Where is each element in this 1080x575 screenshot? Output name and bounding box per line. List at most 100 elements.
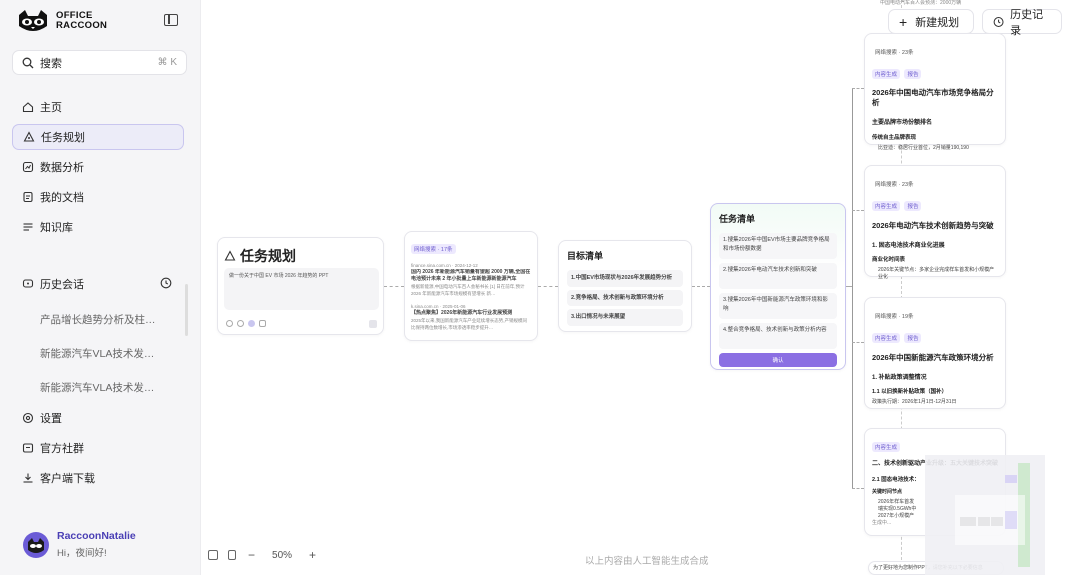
clock-icon[interactable] xyxy=(160,277,172,292)
search-icon xyxy=(22,57,34,68)
logo-line-2: RACCOON xyxy=(56,20,108,31)
new-plan-label: 新建规划 xyxy=(915,16,960,29)
nav-item-data-analysis[interactable]: 数据分析 xyxy=(12,154,184,180)
sidebar-toggle-icon[interactable] xyxy=(164,14,178,26)
chart-icon xyxy=(22,161,34,173)
plus-icon: + xyxy=(899,13,908,30)
download-icon xyxy=(22,472,34,484)
new-plan-button[interactable]: + 新建规划 xyxy=(888,9,974,34)
result-title: 2026年中国新能源汽车政策环境分析 xyxy=(872,353,994,362)
search-shortcut: ⌘ K xyxy=(157,57,177,68)
result-bullet: 比亚迪：稳居行业首位，2月销量190,190 xyxy=(878,145,969,151)
chat-history-icon xyxy=(22,278,34,290)
plan-icon xyxy=(23,131,35,143)
history-button-label: 历史记录 xyxy=(1010,8,1044,37)
result-heading: 主要品牌市场份额排名 xyxy=(872,120,933,126)
search-count: 网络搜索 · 23条 xyxy=(875,50,914,56)
history-item[interactable]: 新能源汽车VLA技术发… xyxy=(40,380,154,395)
nav-item-home[interactable]: 主页 xyxy=(12,94,184,120)
minimap-node xyxy=(1005,475,1017,483)
attach-icon[interactable] xyxy=(226,320,233,327)
connector xyxy=(538,286,558,287)
connector xyxy=(384,286,404,287)
goal-list-card[interactable]: 目标清单 1.中国EV市场现状与2026年发展趋势分析 2.竞争格局、技术创新与… xyxy=(558,240,692,332)
nav-item-community[interactable]: 官方社群 xyxy=(12,435,184,461)
tag: 报告 xyxy=(904,333,922,343)
nav-item-settings[interactable]: 设置 xyxy=(12,405,184,431)
nav-label-home: 主页 xyxy=(40,102,62,114)
prompt-box[interactable]: 做一份关于中国 EV 市场 2026 年趋势的 PPT xyxy=(224,268,379,310)
goal-item[interactable]: 1.中国EV市场现状与2026年发展趋势分析 xyxy=(567,270,683,287)
send-icon[interactable] xyxy=(369,320,377,328)
at-icon[interactable] xyxy=(237,320,244,327)
result-bullet: 2026年关键节点：多家企业完成样车首发和小规模产业化 xyxy=(878,267,995,280)
nav-item-task-planning[interactable]: 任务规划 xyxy=(12,124,184,150)
task-item[interactable]: 3.搜集2026年中国新能源汽车政策环境和影响 xyxy=(719,293,837,319)
connector xyxy=(852,342,864,343)
result-title[interactable]: 国内 2026 年新能源汽车销量有望超 2000 万辆,全国在电池预计未来 2 … xyxy=(411,269,531,283)
nav-item-my-documents[interactable]: 我的文档 xyxy=(12,184,184,210)
connector xyxy=(852,488,864,489)
nav-label-my-documents: 我的文档 xyxy=(40,192,84,204)
nav-label-download: 客户端下载 xyxy=(40,473,95,485)
prompt-text: 做一份关于中国 EV 市场 2026 年趋势的 PPT xyxy=(229,273,329,279)
search-count: 网络搜索 · 23条 xyxy=(875,182,914,188)
minimap-viewport[interactable] xyxy=(955,495,1025,545)
task-item[interactable]: 1.搜集2026年中国EV市场主要品牌竞争格局和市场份额数据 xyxy=(719,233,837,259)
raccoon-logo-icon xyxy=(19,10,47,31)
zoom-in-button[interactable]: + xyxy=(309,548,316,562)
tool-icon[interactable] xyxy=(248,320,255,327)
knowledge-icon xyxy=(22,221,34,233)
user-profile[interactable]: RaccoonNatalie Hi，夜间好! xyxy=(23,530,136,559)
tag: 报告 xyxy=(904,201,922,211)
result-card-policy[interactable]: 网络搜索 · 19条 内容生成 报告 2026年中国新能源汽车政策环境分析 1.… xyxy=(864,297,1006,409)
fit-view-icon[interactable] xyxy=(208,550,218,560)
history-title: 历史会话 xyxy=(40,279,84,291)
task-planning-card[interactable]: 任务规划 做一份关于中国 EV 市场 2026 年趋势的 PPT xyxy=(217,237,384,335)
home-icon xyxy=(22,101,34,113)
nav-item-download[interactable]: 客户端下载 xyxy=(12,465,184,491)
canvas-controls: − 50% + xyxy=(208,548,316,562)
result-bullet: 政策执行期：2026年1月1日-12月31日 xyxy=(872,399,957,405)
ai-disclaimer: 以上内容由人工智能生成合成 xyxy=(585,556,709,567)
confirm-button[interactable]: 确认 xyxy=(719,353,837,367)
connector xyxy=(692,286,710,287)
result-card-competition[interactable]: 网络搜索 · 23条 内容生成 报告 2026年中国电动汽车市场竞争格局分析 主… xyxy=(864,33,1006,151)
sidebar: OFFICE RACCOON 搜索 ⌘ K 主页 任务规划 数据分析 我的文档 xyxy=(0,0,200,575)
connector xyxy=(852,210,864,211)
search-input[interactable]: 搜索 ⌘ K xyxy=(12,50,187,75)
history-button[interactable]: 历史记录 xyxy=(982,9,1062,37)
task-item[interactable]: 2.搜集2026年电动汽车技术创新和突破 xyxy=(719,263,837,289)
avatar xyxy=(23,531,49,558)
minimap[interactable] xyxy=(925,455,1045,575)
result-title[interactable]: 【热点聚焦】2026年新能源汽车行业发展预测 xyxy=(411,310,531,317)
globe-icon[interactable] xyxy=(259,320,266,327)
app-logo[interactable]: OFFICE RACCOON xyxy=(16,9,107,33)
goal-item[interactable]: 3.出口情况与未来展望 xyxy=(567,309,683,326)
history-section-header[interactable]: 历史会话 xyxy=(12,271,184,297)
history-item[interactable]: 产品增长趋势分析及柱… xyxy=(40,312,156,327)
goal-item[interactable]: 2.竞争格局、技术创新与政策环境分析 xyxy=(567,289,683,306)
tag: 内容生成 xyxy=(872,333,901,343)
search-label: 搜索 xyxy=(40,57,62,70)
history-item[interactable]: 新能源汽车VLA技术发… xyxy=(40,346,154,361)
result-snippet: 2025年以来,我国新能源汽车产业延续增长态势,产销规模同比保持两位数增长,市场… xyxy=(411,318,528,330)
history-clock-icon xyxy=(993,16,1004,27)
result-subheading: 商业化时间表 xyxy=(872,257,906,263)
task-item[interactable]: 4.整合竞争格局、技术创新与政策分析内容 xyxy=(719,323,837,349)
zoom-out-button[interactable]: − xyxy=(248,548,255,562)
tag: 内容生成 xyxy=(872,69,901,79)
prompt-toolbar xyxy=(226,320,266,327)
task-list-card[interactable]: 任务清单 1.搜集2026年中国EV市场主要品牌竞争格局和市场份额数据 2.搜集… xyxy=(710,203,846,370)
nav-label-settings: 设置 xyxy=(40,413,62,425)
task-card-title: 任务规划 xyxy=(240,248,296,264)
result-card-technology[interactable]: 网络搜索 · 23条 内容生成 报告 2026年电动汽车技术创新趋势与突破 1.… xyxy=(864,165,1006,280)
tag: 内容生成 xyxy=(872,201,901,211)
search-count-chip: 网络搜索 · 17条 xyxy=(411,244,456,254)
goal-list-title: 目标清单 xyxy=(567,251,604,261)
nav-item-knowledge-base[interactable]: 知识库 xyxy=(12,214,184,240)
history-scrollbar[interactable] xyxy=(185,284,188,336)
search-results-card[interactable]: 网络搜索 · 17条 finance.sina.com.cn · 2024-12… xyxy=(404,231,538,341)
lock-icon[interactable] xyxy=(228,550,236,560)
result-heading: 1. 固态电池技术商业化进展 xyxy=(872,243,945,249)
